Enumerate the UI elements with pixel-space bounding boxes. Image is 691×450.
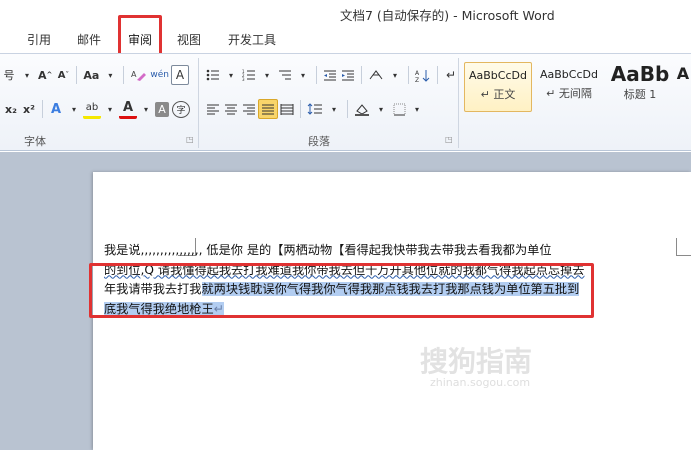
dropdown-arrow-icon[interactable]: ▾ <box>294 65 312 85</box>
shrink-font-button[interactable]: Aˇ <box>54 65 72 85</box>
shading-icon[interactable] <box>352 99 372 119</box>
font-row-2: x₂ x² A ▾ ab ▾ A ▾ A 字 <box>2 97 190 121</box>
watermark: 搜狗指南 <box>420 345 533 378</box>
style-heading-2[interactable]: A <box>675 62 691 112</box>
multilevel-list-icon[interactable] <box>276 65 294 85</box>
superscript-button[interactable]: x² <box>20 99 38 119</box>
style-name: ↵ 正文 <box>480 88 516 101</box>
clear-format-icon[interactable]: A <box>128 65 148 85</box>
style-sample: A <box>676 64 690 83</box>
align-left-icon[interactable] <box>204 99 222 119</box>
document-workspace[interactable]: 我是说,,,,,,,,,,,,,,,, 低是你 是的【两栖动物【看得起我快带我去… <box>0 152 691 450</box>
style-name: ↵ 无间隔 <box>546 87 592 100</box>
separator <box>361 66 362 84</box>
paragraph-row-2: ▾ ▾ ▾ <box>204 97 426 121</box>
group-divider <box>458 58 459 148</box>
dropdown-arrow-icon[interactable]: ▾ <box>18 65 36 85</box>
dropdown-arrow-icon[interactable]: ▾ <box>222 65 240 85</box>
style-sample: AaBb <box>610 62 670 86</box>
line-spacing-icon[interactable] <box>305 99 325 119</box>
enclose-char-button[interactable]: 字 <box>172 100 190 118</box>
borders-icon[interactable] <box>390 99 408 119</box>
dropdown-arrow-icon[interactable]: ▾ <box>325 99 343 119</box>
separator <box>76 66 78 84</box>
svg-text:3: 3 <box>242 77 245 81</box>
svg-text:A: A <box>131 70 137 79</box>
char-border-button[interactable]: A <box>170 65 189 85</box>
ribbon-tabs: 引用 邮件 审阅 视图 开发工具 <box>0 25 691 53</box>
dropdown-arrow-icon[interactable]: ▾ <box>386 65 404 85</box>
svg-text:Z: Z <box>415 77 419 82</box>
separator <box>123 66 125 84</box>
separator <box>437 66 438 84</box>
title-bar: 文档7 (自动保存的) - Microsoft Word <box>0 0 691 25</box>
style-normal[interactable]: AaBbCcDd ↵ 正文 <box>464 62 532 112</box>
subscript-button[interactable]: x₂ <box>2 99 20 119</box>
separator <box>300 100 301 118</box>
change-case-button[interactable]: Aa <box>81 65 101 85</box>
font-group-label: 字体 <box>24 135 46 148</box>
chinese-layout-icon[interactable] <box>366 65 386 85</box>
dropdown-arrow-icon[interactable]: ▾ <box>101 65 119 85</box>
distributed-icon[interactable] <box>278 99 296 119</box>
tab-developer[interactable]: 开发工具 <box>228 31 276 48</box>
style-sample: AaBbCcDd <box>540 68 598 81</box>
paragraph-group-label: 段落 <box>308 135 330 148</box>
highlight-color-button[interactable]: ab <box>83 99 101 119</box>
font-dialog-launcher-icon[interactable]: ◳ <box>186 135 194 144</box>
style-heading-1[interactable]: AaBb 标题 1 <box>605 62 675 112</box>
decrease-indent-icon[interactable] <box>321 65 339 85</box>
group-divider <box>198 58 199 148</box>
grow-font-button[interactable]: A ^ <box>36 65 54 85</box>
dropdown-arrow-icon[interactable]: ▾ <box>408 99 426 119</box>
style-sample: AaBbCcDd <box>469 69 527 82</box>
justify-icon[interactable] <box>258 99 278 119</box>
dropdown-arrow-icon[interactable]: ▾ <box>372 99 390 119</box>
font-color-button[interactable]: A <box>119 99 137 119</box>
tab-references[interactable]: 引用 <box>27 31 51 48</box>
font-row-1: 号 ▾ A ^ Aˇ Aa ▾ A wén A <box>0 63 189 87</box>
dropdown-arrow-icon[interactable]: ▾ <box>137 99 155 119</box>
review-tab-highlight <box>118 15 162 56</box>
paragraph-row-1: ▾ 123 ▾ ▾ ▾ AZ ↵ <box>204 63 460 87</box>
watermark-url: zhinan.sogou.com <box>430 376 531 389</box>
ribbon: 号 ▾ A ^ Aˇ Aa ▾ A wén A x₂ x² A ▾ ab ▾ A … <box>0 53 691 151</box>
selection-highlight-box <box>89 263 594 318</box>
align-center-icon[interactable] <box>222 99 240 119</box>
margin-corner-top-right <box>676 238 691 256</box>
sort-icon[interactable]: AZ <box>413 65 433 85</box>
align-right-icon[interactable] <box>240 99 258 119</box>
style-no-spacing[interactable]: AaBbCcDd ↵ 无间隔 <box>535 62 603 112</box>
style-name: 标题 1 <box>623 88 657 101</box>
font-size-box[interactable]: 号 <box>0 65 18 85</box>
separator <box>408 66 409 84</box>
increase-indent-icon[interactable] <box>339 65 357 85</box>
text-effect-button[interactable]: A <box>47 99 65 119</box>
bullets-icon[interactable] <box>204 65 222 85</box>
separator <box>347 100 348 118</box>
separator <box>316 66 317 84</box>
text-line: 我是说,,,,,,,,,,,,,,,, 低是你 是的【两栖动物【看得起我快带我去… <box>104 243 552 257</box>
numbering-icon[interactable]: 123 <box>240 65 258 85</box>
svg-text:A: A <box>415 70 420 77</box>
tab-mailings[interactable]: 邮件 <box>77 31 101 48</box>
window-title: 文档7 (自动保存的) - Microsoft Word <box>340 8 555 23</box>
tab-view[interactable]: 视图 <box>177 31 201 48</box>
dropdown-arrow-icon[interactable]: ▾ <box>101 99 119 119</box>
paragraph-dialog-launcher-icon[interactable]: ◳ <box>445 135 453 144</box>
phonetic-guide-button[interactable]: wén <box>148 65 171 85</box>
dropdown-arrow-icon[interactable]: ▾ <box>258 65 276 85</box>
separator <box>42 100 43 118</box>
dropdown-arrow-icon[interactable]: ▾ <box>65 99 83 119</box>
char-shading-button[interactable]: A <box>155 101 169 117</box>
